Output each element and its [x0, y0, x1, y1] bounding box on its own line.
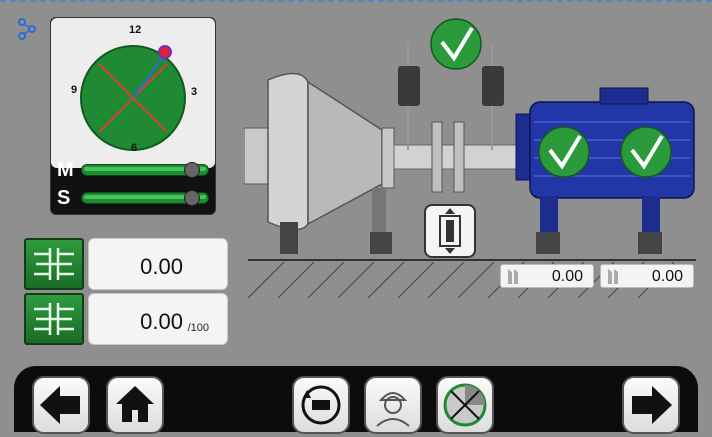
value-display-2: 0.00 /100 — [88, 293, 228, 345]
m-level-knob[interactable] — [184, 162, 200, 178]
m-label: M — [57, 159, 74, 181]
m-level-bar — [81, 162, 209, 178]
foot-front-value: 0.00 — [551, 268, 583, 285]
dial-label-top: 12 — [129, 24, 142, 36]
coupling-button-2[interactable] — [24, 293, 84, 345]
rotate-machine-button[interactable] — [292, 376, 350, 434]
s-level-knob[interactable] — [184, 190, 200, 206]
coupling-button-1[interactable] — [24, 238, 84, 290]
vertical-adjust-button[interactable] — [424, 204, 476, 258]
s-label: S — [57, 187, 71, 209]
target-icon — [443, 383, 487, 427]
back-arrow-icon — [40, 386, 80, 424]
dial-label-left: 9 — [71, 84, 78, 96]
s-level-row: S — [51, 186, 215, 210]
dial-label-right: 3 — [191, 86, 198, 98]
back-button[interactable] — [32, 376, 90, 434]
vertical-adjust-icon — [439, 208, 461, 254]
orientation-panel: 12 3 6 9 M S — [50, 17, 216, 215]
home-button[interactable] — [106, 376, 164, 434]
value-display-1: 0.00 — [88, 238, 228, 290]
home-icon — [116, 386, 154, 422]
bottom-toolbar — [14, 366, 698, 434]
operator-icon — [376, 392, 410, 427]
foot-icon — [608, 269, 618, 284]
target-button[interactable] — [436, 376, 494, 434]
foot-icon — [508, 269, 518, 284]
operator-button[interactable] — [364, 376, 422, 434]
value-2: 0.00 — [140, 309, 183, 334]
foot-rear-value: 0.00 — [651, 268, 683, 285]
value-1: 0.00 — [140, 254, 183, 279]
value-2-unit: /100 — [187, 322, 209, 334]
forward-arrow-icon — [632, 386, 672, 424]
check-icon — [430, 18, 482, 70]
rotate-machine-icon — [301, 385, 341, 425]
bluetooth-icon — [18, 18, 36, 40]
foot-value-front: 0.00 — [500, 264, 594, 288]
coupling-icon — [34, 248, 74, 280]
coupling-icon — [34, 303, 74, 335]
foot-value-rear: 0.00 — [600, 264, 694, 288]
m-level-row: M — [51, 158, 215, 182]
check-icon — [620, 126, 672, 178]
s-level-bar — [81, 190, 209, 206]
dial-label-bottom: 6 — [131, 142, 138, 154]
check-icon — [538, 126, 590, 178]
forward-button[interactable] — [622, 376, 680, 434]
